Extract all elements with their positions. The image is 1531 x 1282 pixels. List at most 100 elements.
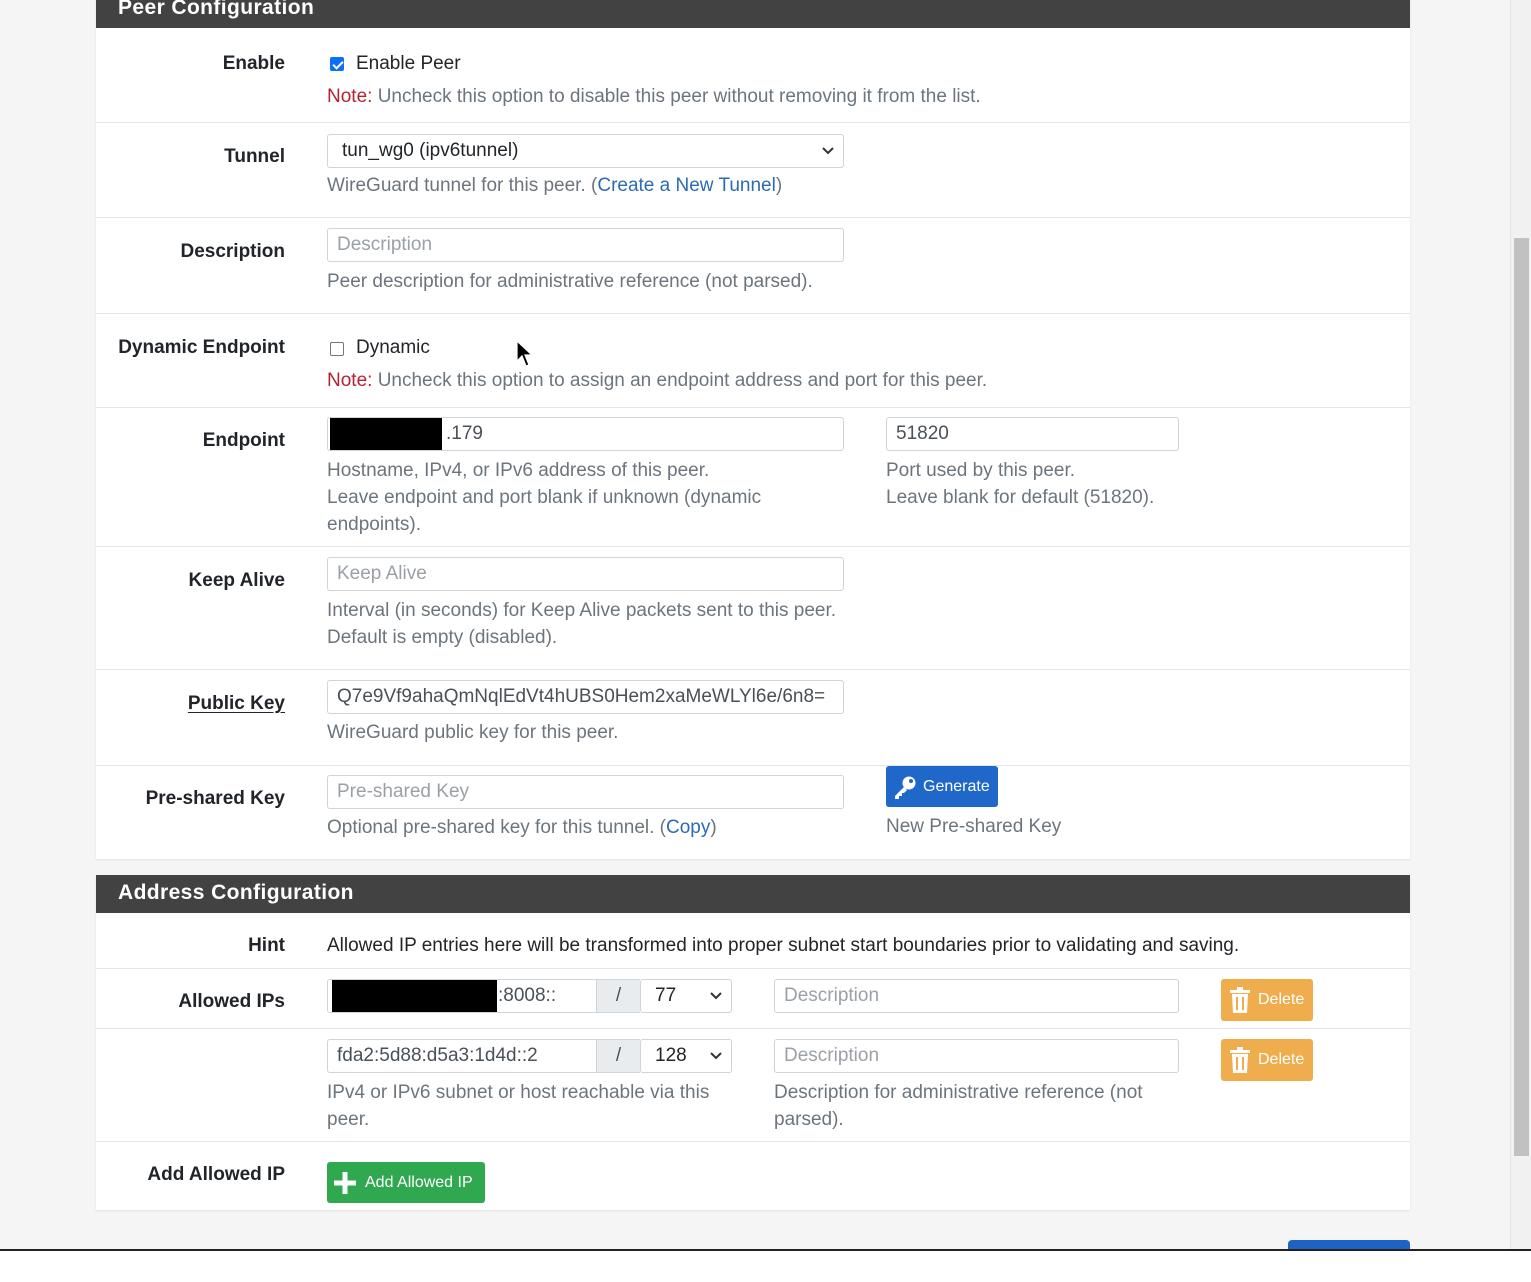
scrollbar-thumb[interactable] [1514, 238, 1529, 1156]
endpoint-help-line: Hostname, IPv4, or IPv6 address of this … [327, 460, 710, 481]
enable-row: Enable Enable Peer Note: Uncheck this op… [96, 28, 1410, 123]
note-text: Uncheck this option to disable this peer… [372, 86, 981, 107]
plus-icon [334, 1171, 356, 1194]
chevron-down-icon [710, 992, 722, 1000]
prefix-select[interactable]: 128 [640, 1039, 732, 1073]
prefix-select[interactable]: 77 [640, 979, 732, 1013]
dynamic-checkbox[interactable] [330, 342, 344, 356]
panel-header: Peer Configuration [96, 0, 1410, 28]
public-key-input[interactable]: Q7e9Vf9ahaQmNqlEdVt4hUBS0Hem2xaMeWLYl6e/… [327, 680, 844, 714]
hint-row: Hint Allowed IP entries here will be tra… [96, 913, 1410, 969]
public-key-row: Public Key Q7e9Vf9ahaQmNqlEdVt4hUBS0Hem2… [96, 669, 1410, 766]
generate-button[interactable]: Generate [886, 766, 998, 807]
endpoint-input-value: .179 [446, 423, 483, 444]
delete-button-label: Delete [1258, 1051, 1305, 1068]
public-key-label[interactable]: Public Key [188, 693, 285, 715]
allowed-ip-description-input[interactable]: Description [774, 1039, 1179, 1073]
note-label: Note: [327, 86, 373, 107]
allowed-ip-help: IPv4 or IPv6 subnet or host reachable vi… [327, 1079, 709, 1133]
endpoint-label: Endpoint [202, 430, 285, 451]
redacted-block [330, 418, 442, 450]
public-key-help: WireGuard public key for this peer. [327, 722, 619, 743]
preshared-help-suffix: ) [710, 817, 717, 838]
keep-alive-help: Interval (in seconds) for Keep Alive pac… [327, 597, 836, 651]
allowed-ip-description-input[interactable]: Description [774, 979, 1179, 1013]
add-allowed-ip-button-label: Add Allowed IP [365, 1173, 473, 1191]
mouse-cursor-icon [516, 340, 534, 367]
keep-alive-input[interactable]: Keep Alive [327, 557, 844, 591]
keep-alive-row: Keep Alive Keep Alive Interval (in secon… [96, 546, 1410, 670]
trash-icon [1230, 1047, 1250, 1073]
generate-help: New Pre-shared Key [886, 816, 1062, 837]
copy-link[interactable]: Copy [666, 817, 710, 838]
enable-note: Note: Uncheck this option to disable thi… [327, 83, 981, 110]
window-bottom-area [0, 1251, 1531, 1282]
keep-alive-help-line: Default is empty (disabled). [327, 627, 558, 648]
description-help-line: parsed). [774, 1109, 844, 1130]
description-help-line: Description for administrative reference… [774, 1082, 1143, 1103]
preshared-key-input[interactable]: Pre-shared Key [327, 775, 844, 809]
slash-separator: / [597, 979, 640, 1013]
tunnel-help-suffix: ) [775, 175, 783, 196]
dynamic-endpoint-row: Dynamic Endpoint Dynamic Note: Uncheck t… [96, 313, 1410, 408]
tunnel-select-value: tun_wg0 (ipv6tunnel) [342, 140, 519, 161]
peer-configuration-panel: Peer Configuration Enable Enable Peer No… [96, 0, 1410, 859]
enable-peer-checkbox-label[interactable]: Enable Peer [356, 53, 461, 75]
preshared-help-text: Optional pre-shared key for this tunnel.… [327, 817, 667, 838]
address-configuration-panel: Address Configuration Hint Allowed IP en… [96, 875, 1410, 1210]
vertical-scrollbar[interactable] [1510, 0, 1531, 1250]
delete-button[interactable]: Delete [1221, 1039, 1313, 1081]
allowed-ip-help-line: peer. [327, 1109, 370, 1130]
keep-alive-label: Keep Alive [188, 570, 285, 591]
prefix-select-value: 77 [655, 985, 677, 1006]
description-label: Description [180, 241, 285, 262]
dynamic-endpoint-note: Note: Uncheck this option to assign an e… [327, 367, 987, 394]
slash-separator: / [597, 1039, 640, 1073]
trash-icon [1230, 987, 1250, 1013]
note-text: Uncheck this option to assign an endpoin… [372, 370, 988, 391]
dynamic-endpoint-label: Dynamic Endpoint [118, 337, 285, 358]
note-label: Note: [327, 370, 373, 391]
endpoint-port-input[interactable]: 51820 [886, 417, 1179, 451]
add-allowed-ip-row: Add Allowed IP Add Allowed IP [96, 1141, 1410, 1210]
chevron-down-icon [710, 1052, 722, 1060]
endpoint-help: Hostname, IPv4, or IPv6 address of this … [327, 457, 761, 538]
tunnel-row: Tunnel tun_wg0 (ipv6tunnel) WireGuard tu… [96, 122, 1410, 218]
allowed-ip-row: fda2:5d88:d5a3:1d4d::2 / 128 Description… [96, 1028, 1410, 1142]
allowed-ip-address-value: :8008:: [498, 985, 557, 1006]
add-allowed-ip-button[interactable]: Add Allowed IP [327, 1162, 485, 1203]
endpoint-help-line: endpoints). [327, 514, 422, 535]
enable-label: Enable [222, 53, 285, 74]
port-help-line: Leave blank for default (51820). [886, 487, 1155, 508]
allowed-ips-label: Allowed IPs [178, 991, 285, 1012]
endpoint-port-help: Port used by this peer. Leave blank for … [886, 457, 1154, 511]
panel-header: Address Configuration [96, 875, 1410, 913]
generate-button-label: Generate [923, 777, 990, 795]
allowed-ip-address-input[interactable]: fda2:5d88:d5a3:1d4d::2 [327, 1039, 597, 1073]
description-help: Peer description for administrative refe… [327, 271, 813, 292]
redacted-block [332, 980, 497, 1012]
description-row: Description Description Peer description… [96, 217, 1410, 314]
hint-label: Hint [248, 935, 285, 956]
add-allowed-ip-label: Add Allowed IP [147, 1164, 285, 1185]
chevron-down-icon [822, 147, 834, 155]
endpoint-help-line: Leave endpoint and port blank if unknown… [327, 487, 762, 508]
allowed-ip-help-line: IPv4 or IPv6 subnet or host reachable vi… [327, 1082, 710, 1103]
delete-button[interactable]: Delete [1221, 979, 1313, 1021]
description-input[interactable]: Description [327, 228, 844, 262]
preshared-key-help: Optional pre-shared key for this tunnel.… [327, 814, 717, 841]
tunnel-label: Tunnel [224, 146, 285, 167]
panel-title: Address Configuration [118, 881, 354, 904]
panel-title: Peer Configuration [118, 0, 315, 19]
port-help-line: Port used by this peer. [886, 460, 1076, 481]
enable-peer-checkbox[interactable] [330, 57, 344, 71]
preshared-key-row: Pre-shared Key Pre-shared Key Optional p… [96, 765, 1410, 859]
delete-button-label: Delete [1258, 991, 1305, 1008]
tunnel-select[interactable]: tun_wg0 (ipv6tunnel) [327, 134, 844, 168]
dynamic-checkbox-label[interactable]: Dynamic [356, 337, 430, 359]
create-new-tunnel-link[interactable]: Create a New Tunnel [597, 175, 776, 196]
tunnel-help-text: WireGuard tunnel for this peer. ( [327, 175, 598, 196]
keep-alive-help-line: Interval (in seconds) for Keep Alive pac… [327, 600, 837, 621]
prefix-select-value: 128 [655, 1045, 687, 1066]
key-icon [895, 776, 916, 799]
